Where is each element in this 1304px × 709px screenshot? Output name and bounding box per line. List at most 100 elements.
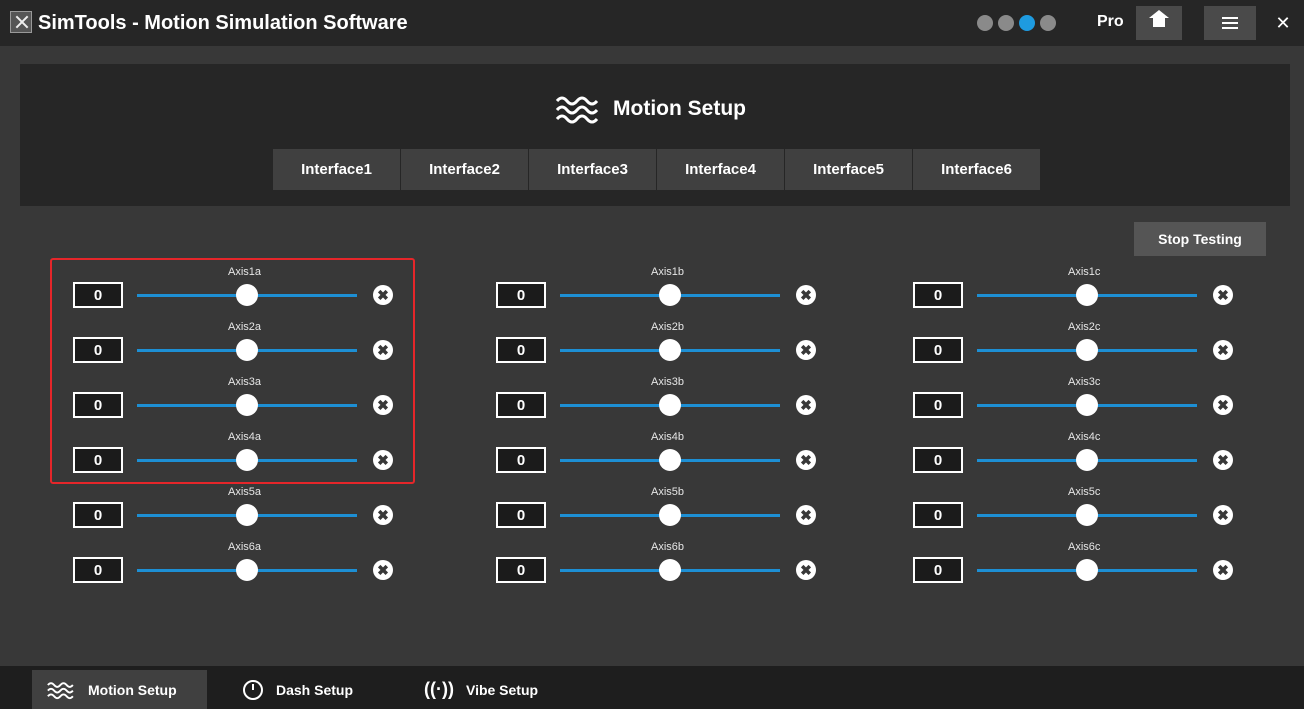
axis-row-axis6a: Axis6a 0 ✖ <box>73 541 453 591</box>
interface-tabs: Interface1 Interface2 Interface3 Interfa… <box>273 149 1041 190</box>
axis-row-axis5c: Axis5c 0 ✖ <box>913 486 1293 536</box>
axis-slider-thumb[interactable] <box>659 559 681 581</box>
axis-label: Axis4c <box>1068 431 1101 443</box>
reset-axis-icon[interactable]: ✖ <box>1213 285 1233 305</box>
menu-button[interactable] <box>1204 6 1256 40</box>
axis-slider-thumb[interactable] <box>659 504 681 526</box>
axis-row-axis6c: Axis6c 0 ✖ <box>913 541 1293 591</box>
axis-label: Axis6c <box>1068 541 1101 553</box>
axis-value-field[interactable]: 0 <box>496 502 546 528</box>
axis-slider-thumb[interactable] <box>659 449 681 471</box>
simtools-logo-icon <box>10 11 32 33</box>
reset-axis-icon[interactable]: ✖ <box>796 285 816 305</box>
axis-slider-thumb[interactable] <box>1076 559 1098 581</box>
axis-label: Axis2c <box>1068 321 1101 333</box>
axis-value-field[interactable]: 0 <box>496 282 546 308</box>
reset-axis-icon[interactable]: ✖ <box>1213 560 1233 580</box>
reset-axis-icon[interactable]: ✖ <box>1213 395 1233 415</box>
highlight-box <box>50 258 415 484</box>
nav-vibe-setup[interactable]: ((·)) Vibe Setup <box>410 670 552 709</box>
reset-axis-icon[interactable]: ✖ <box>1213 340 1233 360</box>
axis-value-field[interactable]: 0 <box>913 502 963 528</box>
page-title: Motion Setup <box>613 97 746 120</box>
power-icon[interactable] <box>977 15 993 31</box>
axis-slider-thumb[interactable] <box>659 394 681 416</box>
reset-axis-icon[interactable]: ✖ <box>796 505 816 525</box>
axis-value-field[interactable]: 0 <box>496 392 546 418</box>
axis-label: Axis3b <box>651 376 685 388</box>
axis-slider-thumb[interactable] <box>1076 504 1098 526</box>
axis-row-axis4c: Axis4c 0 ✖ <box>913 431 1293 481</box>
home-button[interactable] <box>1136 6 1182 40</box>
axis-value-field[interactable]: 0 <box>73 502 123 528</box>
axis-slider-thumb[interactable] <box>659 284 681 306</box>
hamburger-menu-icon <box>1222 17 1238 29</box>
stop-testing-button[interactable]: Stop Testing <box>1134 222 1266 256</box>
axis-row-axis5a: Axis5a 0 ✖ <box>73 486 453 536</box>
app-window: SimTools - Motion Simulation Software Pr… <box>0 0 1304 709</box>
axis-label: Axis6a <box>228 541 262 553</box>
axis-value-field[interactable]: 0 <box>913 557 963 583</box>
reset-axis-icon[interactable]: ✖ <box>1213 505 1233 525</box>
reset-axis-icon[interactable]: ✖ <box>796 395 816 415</box>
axis-label: Axis1c <box>1068 266 1101 278</box>
reset-axis-icon[interactable]: ✖ <box>796 450 816 470</box>
axis-value-field[interactable]: 0 <box>913 337 963 363</box>
nav-label: Vibe Setup <box>465 681 539 698</box>
axis-row-axis2c: Axis2c 0 ✖ <box>913 321 1293 371</box>
vibration-icon: ((·)) <box>424 679 454 699</box>
nav-motion-setup[interactable]: Motion Setup <box>32 670 207 709</box>
motion-waves-icon <box>555 96 599 124</box>
axis-row-axis1c: Axis1c 0 ✖ <box>913 266 1293 316</box>
axis-row-axis5b: Axis5b 0 ✖ <box>496 486 876 536</box>
axis-value-field[interactable]: 0 <box>73 557 123 583</box>
axis-slider-thumb[interactable] <box>236 504 258 526</box>
settings-icon[interactable] <box>998 15 1014 31</box>
axis-label: Axis1b <box>651 266 685 278</box>
tab-interface4[interactable]: Interface4 <box>657 149 785 190</box>
tab-interface6[interactable]: Interface6 <box>913 149 1041 190</box>
tab-interface5[interactable]: Interface5 <box>785 149 913 190</box>
reset-axis-icon[interactable]: ✖ <box>796 340 816 360</box>
reset-axis-icon[interactable]: ✖ <box>373 505 393 525</box>
axis-label: Axis3c <box>1068 376 1101 388</box>
reset-axis-icon[interactable]: ✖ <box>796 560 816 580</box>
axis-slider-thumb[interactable] <box>659 339 681 361</box>
axis-value-field[interactable]: 0 <box>496 557 546 583</box>
reset-axis-icon[interactable]: ✖ <box>1213 450 1233 470</box>
axis-label: Axis5a <box>228 486 262 498</box>
axis-slider-thumb[interactable] <box>1076 284 1098 306</box>
tab-interface1[interactable]: Interface1 <box>273 149 401 190</box>
axis-value-field[interactable]: 0 <box>496 447 546 473</box>
axis-row-axis3b: Axis3b 0 ✖ <box>496 376 876 426</box>
axis-label: Axis6b <box>651 541 685 553</box>
bottom-nav: Motion Setup Dash Setup ((·)) Vibe Setup <box>0 666 1304 709</box>
axis-slider-thumb[interactable] <box>236 559 258 581</box>
axis-row-axis3c: Axis3c 0 ✖ <box>913 376 1293 426</box>
nav-dash-setup[interactable]: Dash Setup <box>228 670 367 709</box>
axis-value-field[interactable]: 0 <box>913 392 963 418</box>
nav-label: Motion Setup <box>88 681 177 698</box>
axis-value-field[interactable]: 0 <box>913 282 963 308</box>
plug-icon[interactable] <box>1040 15 1056 31</box>
nav-label: Dash Setup <box>276 681 354 698</box>
gauge-icon <box>243 679 263 700</box>
axis-row-axis2b: Axis2b 0 ✖ <box>496 321 876 371</box>
pro-label: Pro <box>1097 13 1124 30</box>
close-button[interactable]: ✕ <box>1266 6 1300 40</box>
motion-waves-icon <box>47 681 74 699</box>
close-icon: ✕ <box>1275 12 1291 33</box>
axis-label: Axis2b <box>651 321 685 333</box>
reset-axis-icon[interactable]: ✖ <box>373 560 393 580</box>
axis-slider-thumb[interactable] <box>1076 449 1098 471</box>
tab-interface3[interactable]: Interface3 <box>529 149 657 190</box>
axis-value-field[interactable]: 0 <box>496 337 546 363</box>
axis-label: Axis4b <box>651 431 685 443</box>
edit-icon[interactable] <box>1019 15 1035 31</box>
motion-setup-header: Motion Setup Interface1 Interface2 Inter… <box>20 64 1290 206</box>
axis-slider-thumb[interactable] <box>1076 339 1098 361</box>
axis-label: Axis5b <box>651 486 685 498</box>
axis-slider-thumb[interactable] <box>1076 394 1098 416</box>
tab-interface2[interactable]: Interface2 <box>401 149 529 190</box>
axis-value-field[interactable]: 0 <box>913 447 963 473</box>
